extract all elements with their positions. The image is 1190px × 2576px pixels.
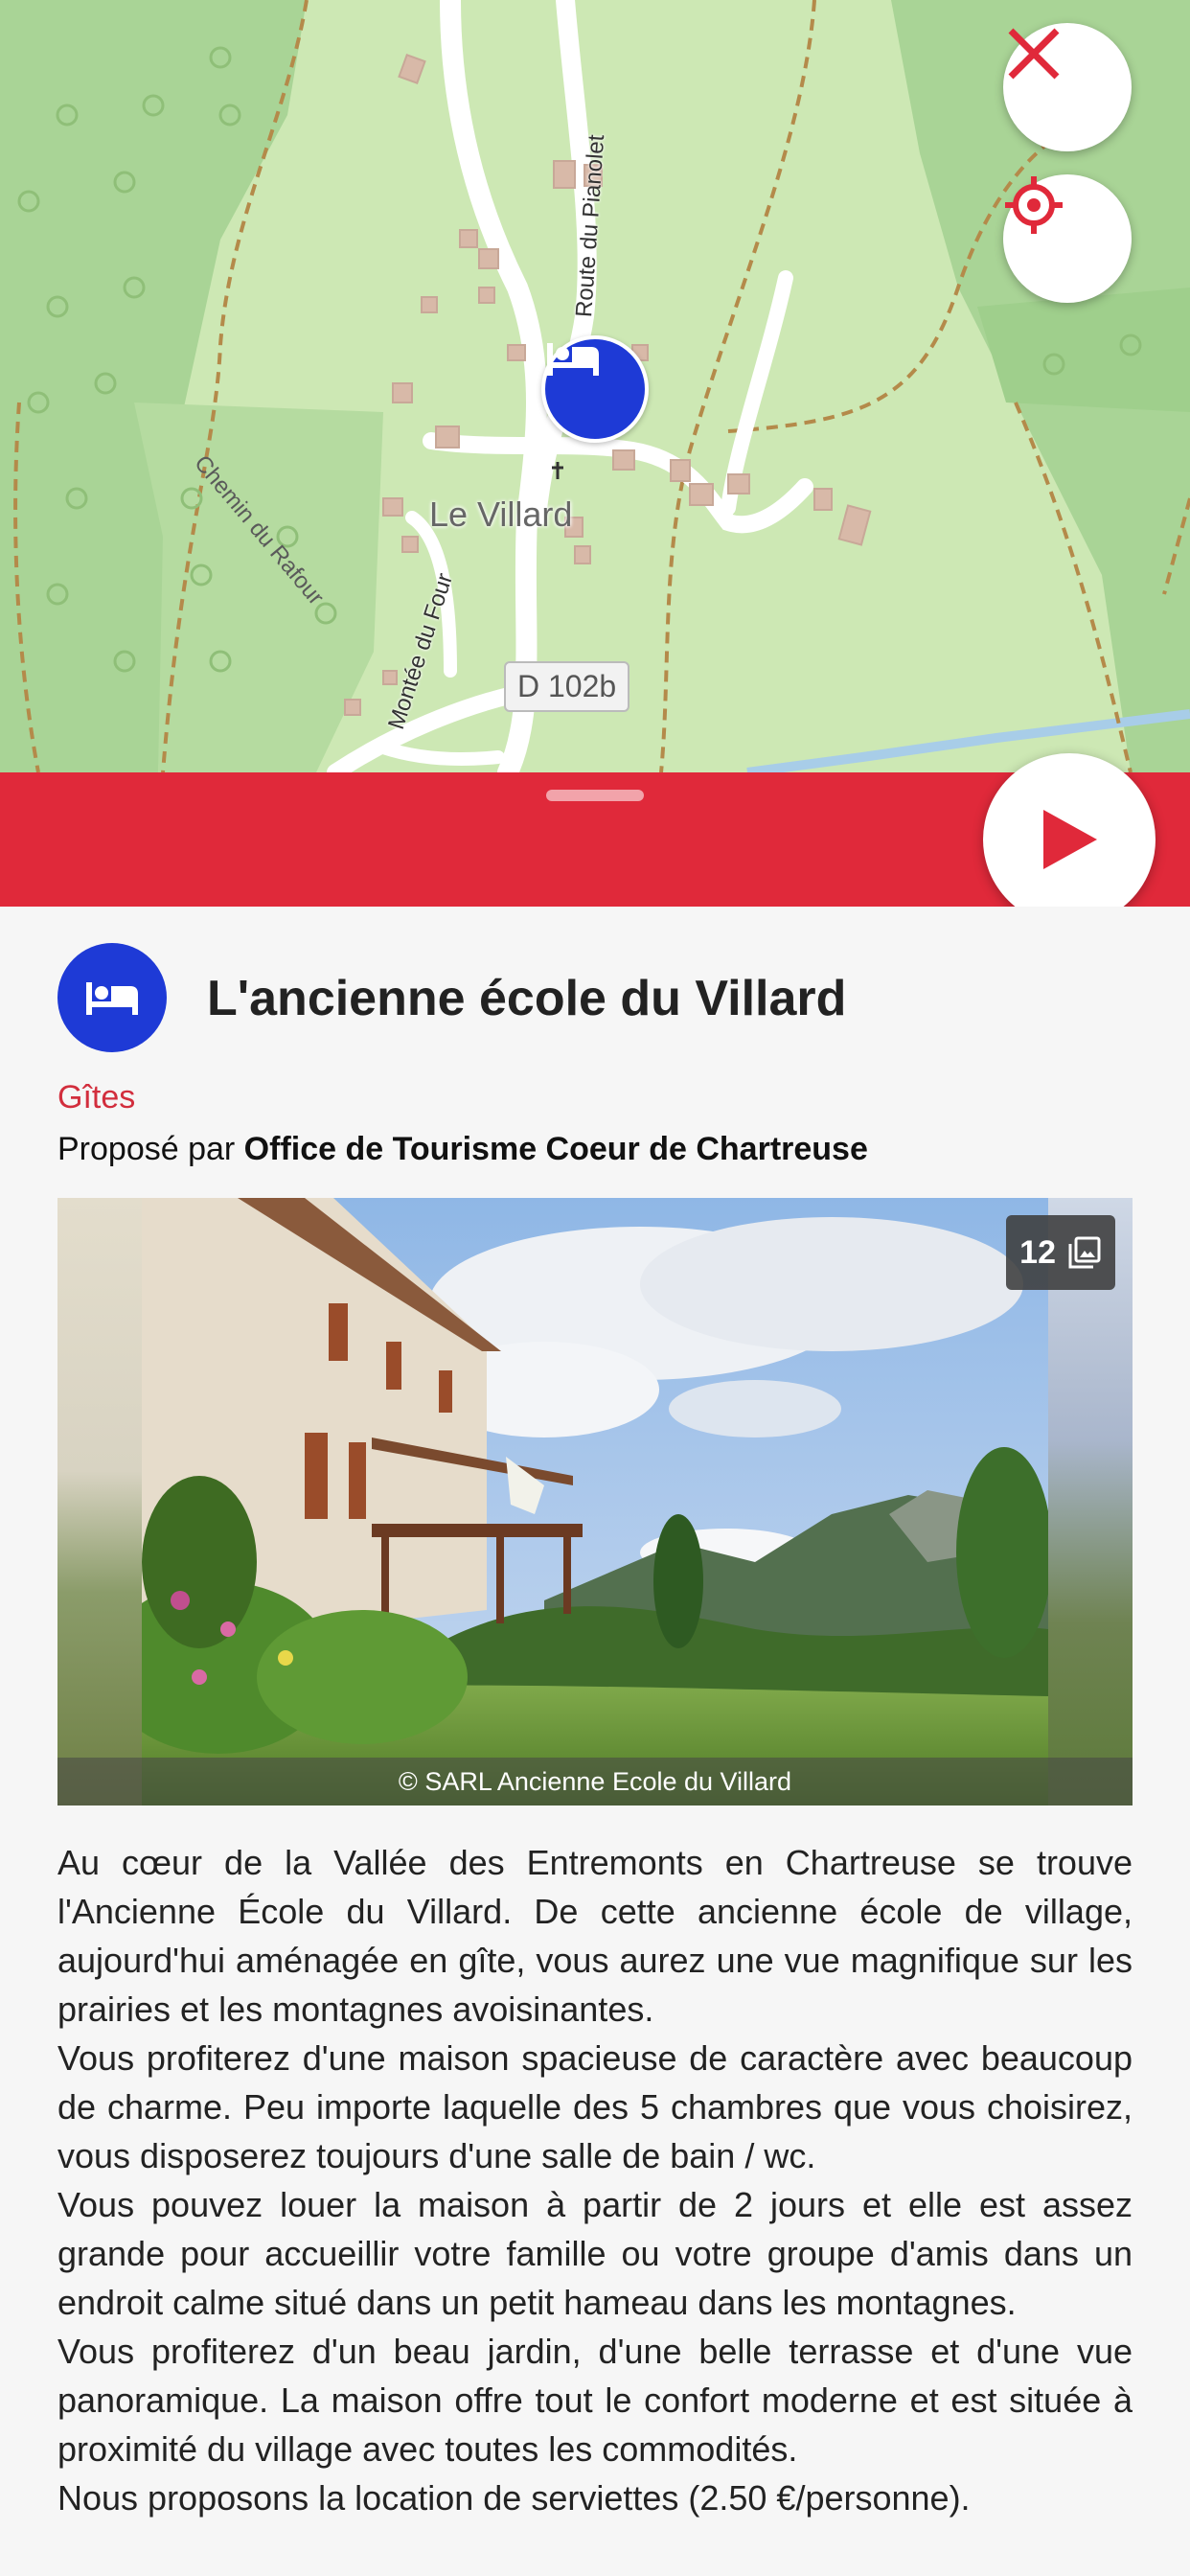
offered-by-prefix: Proposé par	[57, 1131, 244, 1167]
close-icon	[1008, 28, 1060, 80]
description-paragraph: Vous profiterez d'une maison spacieuse d…	[57, 2038, 1133, 2175]
description-paragraph: Nous proposons la location de serviettes…	[57, 2478, 971, 2518]
map-view[interactable]: Le Villard Chemin du Rafour Route du Pia…	[0, 0, 1190, 772]
accommodation-map-marker[interactable]	[541, 335, 649, 443]
category-icon-badge	[57, 943, 167, 1052]
road-number-badge: D 102b	[504, 661, 630, 712]
description: Au cœur de la Vallée des Entremonts en C…	[57, 1838, 1133, 2522]
house-photo	[142, 1198, 1048, 1806]
play-icon	[1043, 810, 1097, 869]
play-button[interactable]	[983, 753, 1156, 926]
description-paragraph: Au cœur de la Vallée des Entremonts en C…	[57, 1843, 1133, 2029]
previous-photo-peek[interactable]	[57, 1198, 142, 1806]
bed-icon	[547, 343, 599, 376]
photo-caption: © SARL Ancienne Ecole du Villard	[57, 1758, 1133, 1806]
gallery-icon	[1068, 1236, 1101, 1269]
drag-handle[interactable]	[546, 790, 644, 801]
place-category: Gîtes	[57, 1079, 136, 1116]
locate-me-button[interactable]	[1003, 174, 1132, 303]
offered-by-organization[interactable]: Office de Tourisme Coeur de Chartreuse	[244, 1131, 868, 1167]
photo-gallery[interactable]: 12 © SARL Ancienne Ecole du Villard	[57, 1198, 1133, 1806]
map-label-village: Le Villard	[429, 494, 573, 534]
crosshair-icon	[1005, 176, 1063, 234]
close-button[interactable]	[1003, 23, 1132, 151]
bed-icon	[86, 982, 138, 1015]
description-paragraph: Vous profiterez d'un beau jardin, d'une …	[57, 2332, 1133, 2469]
offered-by: Proposé par Office de Tourisme Coeur de …	[57, 1131, 868, 1168]
photo-count-badge[interactable]: 12	[1006, 1215, 1115, 1290]
description-paragraph: Vous pouvez louer la maison à partir de …	[57, 2185, 1133, 2322]
photo-count: 12	[1019, 1233, 1056, 1271]
place-title: L'ancienne école du Villard	[207, 971, 847, 1026]
